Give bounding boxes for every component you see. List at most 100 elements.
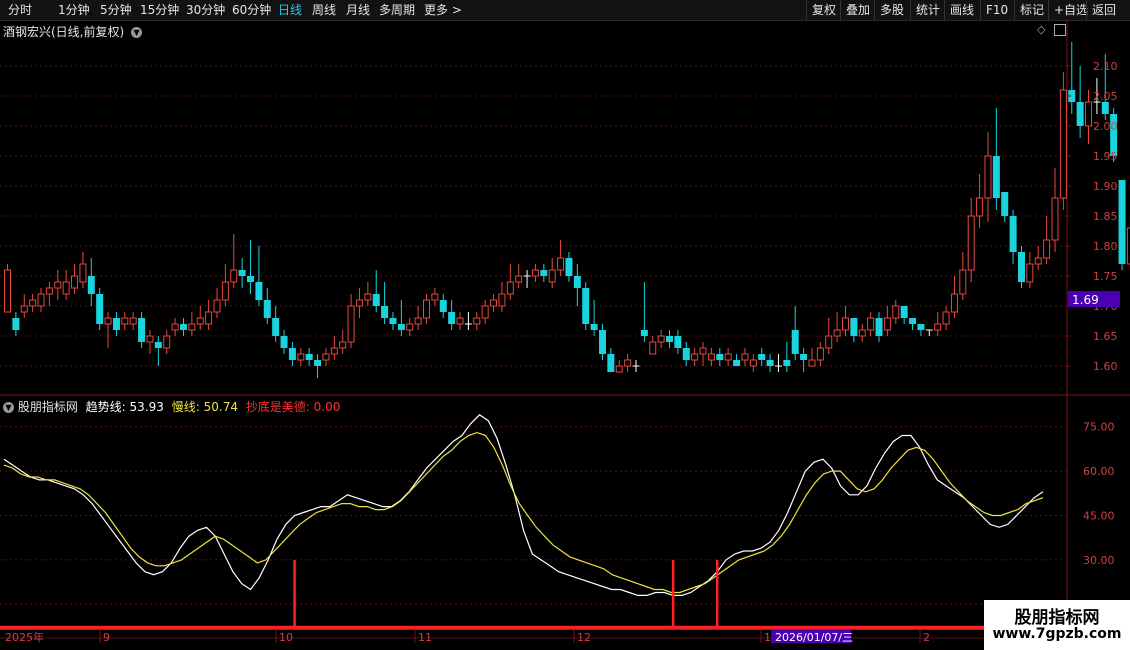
diamond-icon[interactable]: ◇ [1037, 23, 1045, 36]
candle-body [615, 365, 623, 373]
multi-stock-button[interactable]: 多股 [874, 0, 909, 20]
candle-body [45, 287, 53, 295]
tab-15min[interactable]: 15分钟 [140, 0, 179, 20]
candle [724, 348, 732, 366]
candle-body [238, 270, 246, 276]
candle [573, 264, 581, 306]
candle-body [1076, 102, 1084, 126]
candle-body [188, 323, 196, 331]
candle [138, 312, 146, 348]
candle-body [498, 293, 506, 307]
candle [766, 354, 774, 372]
candle-body [657, 335, 665, 343]
candle [506, 264, 514, 300]
candle [4, 264, 11, 313]
tab-5min[interactable]: 5分钟 [100, 0, 132, 20]
candle [481, 300, 489, 324]
candle [900, 306, 908, 324]
candle [163, 330, 171, 354]
candle [1068, 42, 1076, 114]
candle-body [976, 197, 984, 217]
candle-body [598, 330, 606, 354]
candle-body [129, 317, 137, 325]
candle [892, 300, 900, 324]
candle-body [741, 353, 749, 361]
candle-body [800, 354, 808, 360]
price-tick-label: 1.80 [1093, 240, 1118, 253]
candle [783, 342, 791, 372]
candle [62, 270, 70, 300]
price-tick-label: 1.90 [1093, 180, 1118, 193]
tab-fenshi[interactable]: 分时 [8, 0, 32, 20]
candle [314, 354, 322, 378]
tab-monthly[interactable]: 月线 [346, 0, 370, 20]
candle [288, 342, 296, 366]
period-toolbar: 分时 1分钟 5分钟 15分钟 30分钟 60分钟 日线 周线 月线 多周期 更… [0, 0, 1130, 21]
price-tick-label: 1.95 [1093, 150, 1118, 163]
candle-body [179, 324, 187, 330]
candle-body [1101, 102, 1109, 114]
candle [950, 276, 958, 318]
candle-body [4, 269, 11, 313]
tab-30min[interactable]: 30分钟 [186, 0, 225, 20]
candle-body [967, 215, 975, 271]
kline-chart[interactable]: 2.102.052.001.951.901.851.801.751.701.65… [0, 21, 1130, 650]
window-toggle-icon[interactable] [1054, 24, 1066, 36]
candle-body [825, 335, 833, 349]
tab-1min[interactable]: 1分钟 [58, 0, 90, 20]
candle [414, 306, 422, 330]
candle [364, 282, 372, 306]
date-label-oct: 10 [279, 631, 293, 644]
slow-line [3, 431, 1044, 594]
candle [431, 288, 439, 306]
candle [1051, 168, 1059, 252]
candle [221, 264, 229, 306]
candle-body [917, 324, 925, 330]
fuquan-button[interactable]: 复权 [806, 0, 841, 20]
tab-daily[interactable]: 日线 [278, 0, 302, 20]
date-label-feb: 2 [923, 631, 930, 644]
candle-body [305, 354, 313, 360]
mark-button[interactable]: 标记 [1014, 0, 1049, 20]
candle-body [263, 300, 271, 318]
candle [984, 132, 992, 222]
candle-body [87, 276, 95, 294]
candle [1118, 180, 1126, 270]
candle-body [909, 318, 917, 324]
date-label-nov: 11 [418, 631, 432, 644]
candle [213, 288, 221, 318]
trend-value: 53.93 [129, 400, 164, 414]
price-tick-label: 2.10 [1093, 60, 1118, 73]
candle [531, 264, 539, 282]
candle-body [624, 359, 632, 367]
candle [29, 294, 37, 312]
chevron-down-icon[interactable]: ▼ [3, 402, 14, 413]
tab-multi-period[interactable]: 多周期 [379, 0, 415, 20]
candle [716, 348, 724, 366]
chevron-down-icon[interactable]: ▼ [131, 27, 143, 38]
draw-line-button[interactable]: 画线 [944, 0, 979, 20]
f10-button[interactable]: F10 [980, 0, 1013, 20]
candle-body [984, 155, 992, 199]
candle-body [280, 336, 288, 348]
candle [397, 300, 405, 336]
candle-body [992, 156, 1000, 198]
trend-label: 趋势线: [85, 400, 126, 414]
back-button[interactable]: 返回 [1086, 0, 1121, 20]
candle [858, 324, 866, 342]
candle-body [883, 317, 891, 331]
candle [297, 348, 305, 366]
candle [330, 336, 338, 360]
more-periods-button[interactable]: 更多 > [424, 0, 462, 20]
candle-body [112, 318, 120, 330]
candle-body [573, 276, 581, 288]
statistics-button[interactable]: 统计 [910, 0, 945, 20]
candle-body [205, 311, 213, 325]
candle [598, 324, 606, 360]
candle [523, 270, 531, 288]
candle [883, 306, 891, 336]
candle-body [104, 317, 112, 325]
tab-weekly[interactable]: 周线 [312, 0, 336, 20]
overlay-button[interactable]: 叠加 [840, 0, 875, 20]
tab-60min[interactable]: 60分钟 [232, 0, 271, 20]
